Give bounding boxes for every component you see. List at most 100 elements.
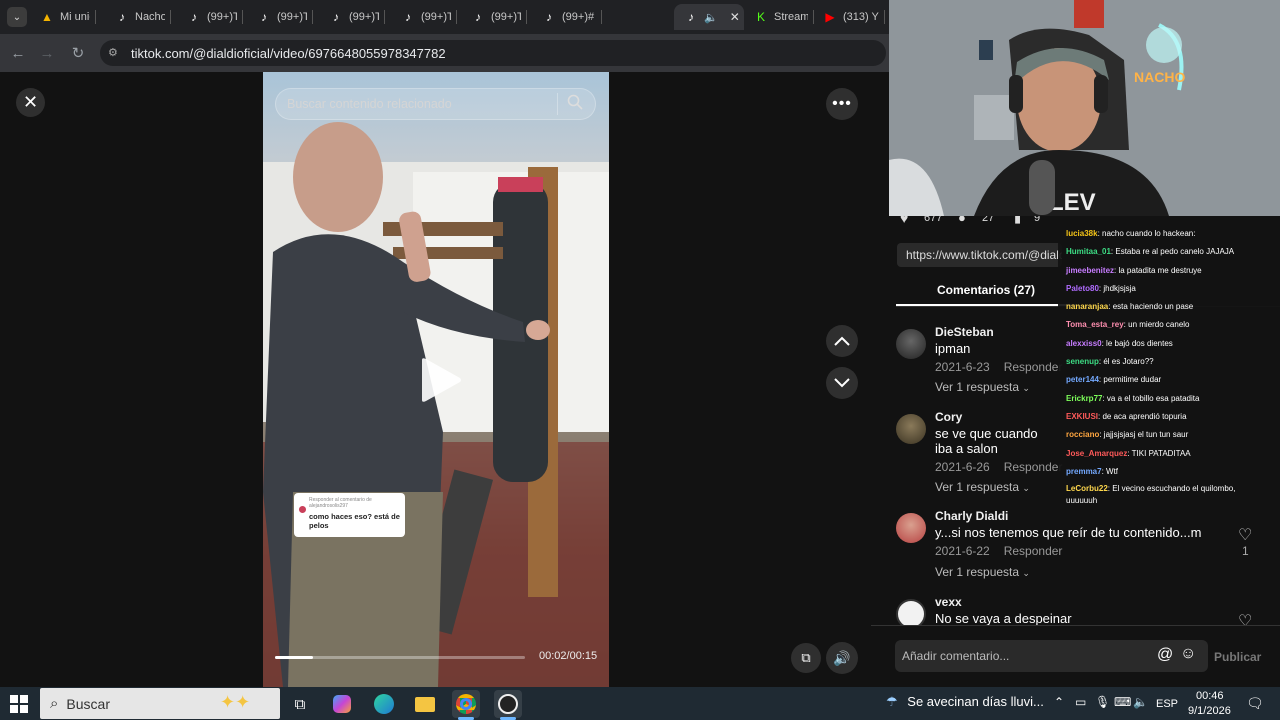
tray-app-icon[interactable]: ▭ bbox=[1075, 695, 1086, 709]
language-indicator[interactable]: ESP bbox=[1156, 698, 1178, 710]
browser-tab[interactable]: ♪ (99+)# bbox=[532, 4, 602, 30]
tab-label: Nacho bbox=[135, 11, 165, 23]
tiktok-icon: ♪ bbox=[475, 10, 481, 24]
url-text: tiktok.com/@dialdioficial/video/69766480… bbox=[131, 45, 446, 61]
weather-widget[interactable]: ☂ Se avecinan días lluvi... bbox=[886, 694, 1044, 710]
reply-button[interactable]: Responder bbox=[1004, 544, 1063, 558]
close-button[interactable]: ✕ bbox=[16, 88, 45, 117]
chat-text: Wtf bbox=[1106, 466, 1119, 476]
next-video-button[interactable] bbox=[826, 367, 858, 399]
browser-tab-bar: ⌄ ▲ Mi unio ♪ Nacho ♪ (99+)Ti ♪ (99+)Ti ♪ (99+)Ti… bbox=[0, 0, 889, 34]
copilot-icon[interactable] bbox=[328, 690, 356, 718]
speaker-icon[interactable]: 🔈 bbox=[1133, 695, 1148, 709]
tab-label: (99+)Ti bbox=[491, 11, 521, 23]
chat-username: lucia38k bbox=[1066, 229, 1098, 238]
comment-like-icon[interactable]: ♡ bbox=[1238, 611, 1252, 625]
chat-message: Jose_Amarquez: TIKI PATADITAA bbox=[1058, 445, 1280, 463]
comment-input[interactable]: Añadir comentario... @ ☺ bbox=[895, 640, 1208, 672]
browser-tab[interactable]: ♪ (99+)Ti bbox=[177, 4, 243, 30]
chat-text: TIKI PATADITAA bbox=[1131, 448, 1191, 458]
comment-meta: 2021-6-22 Responder bbox=[935, 544, 1062, 558]
chat-message: Humitaa_01: Estaba re al pedo canelo JAJ… bbox=[1058, 243, 1280, 261]
back-button[interactable]: ← bbox=[6, 41, 30, 65]
avatar bbox=[299, 506, 306, 513]
clock-date[interactable]: 9/1/2026 bbox=[1188, 705, 1231, 717]
chat-message: Paleto80: jhdkjsjsja bbox=[1058, 280, 1280, 298]
related-search-input[interactable]: Buscar contenido relacionado bbox=[275, 88, 596, 120]
mention-icon[interactable]: @ bbox=[1157, 646, 1173, 664]
search-icon[interactable] bbox=[567, 94, 583, 113]
emoji-icon[interactable]: ☺ bbox=[1180, 645, 1196, 663]
browser-tab[interactable]: ▶ (313) Y bbox=[813, 4, 885, 30]
browser-tab[interactable]: ♪ (99+)Ti bbox=[247, 4, 313, 30]
chat-message: Erickrp77: va a el tobillo esa patadita bbox=[1058, 390, 1280, 408]
copilot-sparkle-icon[interactable]: ✦✦ bbox=[220, 692, 250, 713]
comment-author[interactable]: Cory bbox=[935, 410, 962, 424]
avatar[interactable] bbox=[896, 329, 926, 359]
video-progress-bar[interactable] bbox=[275, 656, 525, 659]
comment-author[interactable]: Charly Dialdi bbox=[935, 509, 1008, 523]
tab-label: (99+)Ti bbox=[421, 11, 451, 23]
volume-button[interactable]: 🔊 bbox=[826, 642, 858, 674]
comment-like-icon[interactable]: ♡ bbox=[1238, 525, 1252, 545]
chat-username: senenup bbox=[1066, 357, 1099, 367]
browser-tab[interactable]: K Stream bbox=[744, 4, 814, 30]
view-replies-button[interactable]: Ver 1 respuesta ⌄ bbox=[935, 565, 1030, 579]
tab-list-button[interactable]: ⌄ bbox=[7, 7, 27, 27]
tiktok-icon: ♪ bbox=[119, 10, 125, 24]
tiktok-icon: ♪ bbox=[405, 10, 411, 24]
obs-icon[interactable] bbox=[494, 690, 522, 718]
tab-label: (99+)# bbox=[562, 11, 595, 23]
browser-tab[interactable]: ▲ Mi unio bbox=[30, 4, 96, 30]
task-view-icon[interactable]: ⧉ bbox=[286, 690, 314, 718]
close-icon[interactable]: ✕ bbox=[730, 10, 740, 24]
publish-button[interactable]: Publicar bbox=[1214, 650, 1261, 664]
chat-username: jimeebenitez bbox=[1066, 265, 1115, 275]
avatar[interactable] bbox=[896, 599, 926, 625]
previous-video-button[interactable] bbox=[826, 325, 858, 357]
chat-text: permitime dudar bbox=[1103, 375, 1162, 385]
chat-text: Estaba re al pedo canelo JAJAJA bbox=[1115, 247, 1235, 257]
chevron-down-icon: ⌄ bbox=[1022, 483, 1030, 493]
edge-icon[interactable] bbox=[370, 690, 398, 718]
reply-button[interactable]: Responder bbox=[1004, 360, 1063, 374]
browser-tab[interactable]: ♪ (99+)Ti bbox=[319, 4, 385, 30]
chat-message: premma7: Wtf bbox=[1058, 463, 1280, 481]
reload-button[interactable]: ↻ bbox=[66, 41, 90, 65]
reply-button[interactable]: Responder bbox=[1004, 460, 1063, 474]
chat-username: EXKIUSI bbox=[1066, 411, 1099, 421]
tab-active[interactable]: ♪ 🔈 ✕ bbox=[674, 4, 744, 30]
notifications-icon[interactable]: 🗨 bbox=[1246, 695, 1264, 712]
play-icon[interactable] bbox=[418, 357, 462, 408]
comment-input-divider bbox=[871, 625, 1280, 626]
forward-button[interactable]: → bbox=[35, 41, 59, 65]
network-icon[interactable]: ⌨ bbox=[1114, 695, 1131, 709]
browser-tab[interactable]: ♪ Nacho bbox=[105, 4, 171, 30]
floating-player-button[interactable]: ⧉ bbox=[791, 643, 821, 673]
avatar[interactable] bbox=[896, 414, 926, 444]
comment-item: Charly Dialdi y...si nos tenemos que reí… bbox=[896, 509, 1276, 581]
view-replies-button[interactable]: Ver 1 respuesta ⌄ bbox=[935, 480, 1030, 494]
chat-message: EXKIUSI: de aca aprendió topuria bbox=[1058, 408, 1280, 426]
url-field[interactable]: ⚙ tiktok.com/@dialdioficial/video/697664… bbox=[100, 40, 886, 66]
clock-time[interactable]: 00:46 bbox=[1196, 690, 1224, 702]
view-replies-button[interactable]: Ver 1 respuesta ⌄ bbox=[935, 380, 1030, 394]
more-options-button[interactable]: ••• bbox=[826, 88, 858, 120]
chevron-down-icon bbox=[834, 378, 850, 388]
browser-tab[interactable]: ♪ (99+)Ti bbox=[461, 4, 527, 30]
chrome-icon[interactable] bbox=[452, 690, 480, 718]
chat-message: peter144: permitime dudar bbox=[1058, 371, 1280, 389]
browser-tab[interactable]: ♪ (99+)Ti bbox=[391, 4, 457, 30]
avatar[interactable] bbox=[896, 513, 926, 543]
comment-author[interactable]: DieSteban bbox=[935, 325, 994, 339]
share-url-field[interactable]: https://www.tiktok.com/@dialdi bbox=[897, 243, 1062, 267]
tray-overflow-icon[interactable]: ⌃ bbox=[1054, 695, 1064, 709]
microphone-icon[interactable]: 🎙 bbox=[1095, 695, 1110, 709]
chevron-down-icon: ⌄ bbox=[1022, 383, 1030, 393]
site-info-icon[interactable]: ⚙ bbox=[108, 46, 118, 59]
windows-start-icon[interactable] bbox=[10, 695, 28, 718]
tab-comments[interactable]: Comentarios (27) bbox=[896, 283, 1076, 305]
taskbar-search-input[interactable]: ⌕ Buscar ✦✦ bbox=[40, 688, 280, 719]
comment-author[interactable]: vexx bbox=[935, 595, 962, 609]
file-explorer-icon[interactable] bbox=[411, 690, 439, 718]
